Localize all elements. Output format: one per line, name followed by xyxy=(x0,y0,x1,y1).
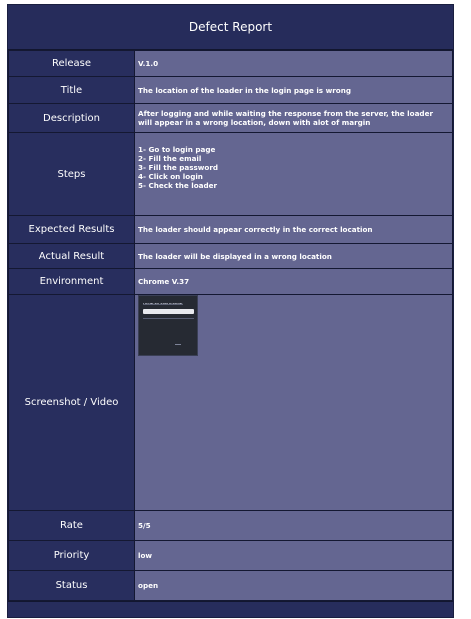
thumbnail-password-line xyxy=(143,318,194,319)
release-value: V.1.0 xyxy=(134,50,453,77)
step-item: 1- Go to login page xyxy=(138,145,216,154)
priority-value: low xyxy=(134,540,453,571)
description-label: Description xyxy=(8,103,135,133)
row-expected: Expected Results The loader should appea… xyxy=(8,215,453,244)
expected-value: The loader should appear correctly in th… xyxy=(134,215,453,244)
step-item: 2- Fill the email xyxy=(138,154,202,163)
rate-label: Rate xyxy=(8,510,135,541)
steps-value: 1- Go to login page 2- Fill the email 3-… xyxy=(134,132,453,216)
step-item: 5- Check the loader xyxy=(138,181,218,190)
report-title: Defect Report xyxy=(8,5,453,50)
title-label: Title xyxy=(8,76,135,104)
priority-label: Priority xyxy=(8,540,135,571)
expected-label: Expected Results xyxy=(8,215,135,244)
screenshot-value: LOGIN TO APPLICATION xyxy=(134,294,453,511)
release-label: Release xyxy=(8,50,135,77)
thumbnail-email-input xyxy=(143,309,194,314)
row-actual: Actual Result The loader will be display… xyxy=(8,243,453,269)
row-environment: Environment Chrome V.37 xyxy=(8,268,453,295)
report-footer xyxy=(8,601,453,617)
report-table: Release V.1.0 Title The location of the … xyxy=(8,50,453,601)
actual-value: The loader will be displayed in a wrong … xyxy=(134,243,453,269)
row-title: Title The location of the loader in the … xyxy=(8,76,453,104)
steps-label: Steps xyxy=(8,132,135,216)
environment-label: Environment xyxy=(8,268,135,295)
environment-value: Chrome V.37 xyxy=(134,268,453,295)
row-rate: Rate 5/5 xyxy=(8,510,453,541)
row-status: Status open xyxy=(8,570,453,601)
step-item: 4- Click on login xyxy=(138,172,203,181)
actual-label: Actual Result xyxy=(8,243,135,269)
row-release: Release V.1.0 xyxy=(8,50,453,77)
row-description: Description After logging and while wait… xyxy=(8,103,453,133)
thumbnail-loader-icon xyxy=(175,344,181,345)
row-priority: Priority low xyxy=(8,540,453,571)
status-label: Status xyxy=(8,570,135,601)
row-screenshot: Screenshot / Video LOGIN TO APPLICATION xyxy=(8,294,453,511)
screenshot-label: Screenshot / Video xyxy=(8,294,135,511)
screenshot-thumbnail[interactable]: LOGIN TO APPLICATION xyxy=(138,295,198,356)
step-item: 3- Fill the password xyxy=(138,163,219,172)
description-value: After logging and while waiting the resp… xyxy=(134,103,453,133)
defect-report: Defect Report Release V.1.0 Title The lo… xyxy=(7,4,454,618)
status-value: open xyxy=(134,570,453,601)
thumbnail-subtitle-bar xyxy=(143,304,183,305)
row-steps: Steps 1- Go to login page 2- Fill the em… xyxy=(8,132,453,216)
title-value: The location of the loader in the login … xyxy=(134,76,453,104)
rate-value: 5/5 xyxy=(134,510,453,541)
